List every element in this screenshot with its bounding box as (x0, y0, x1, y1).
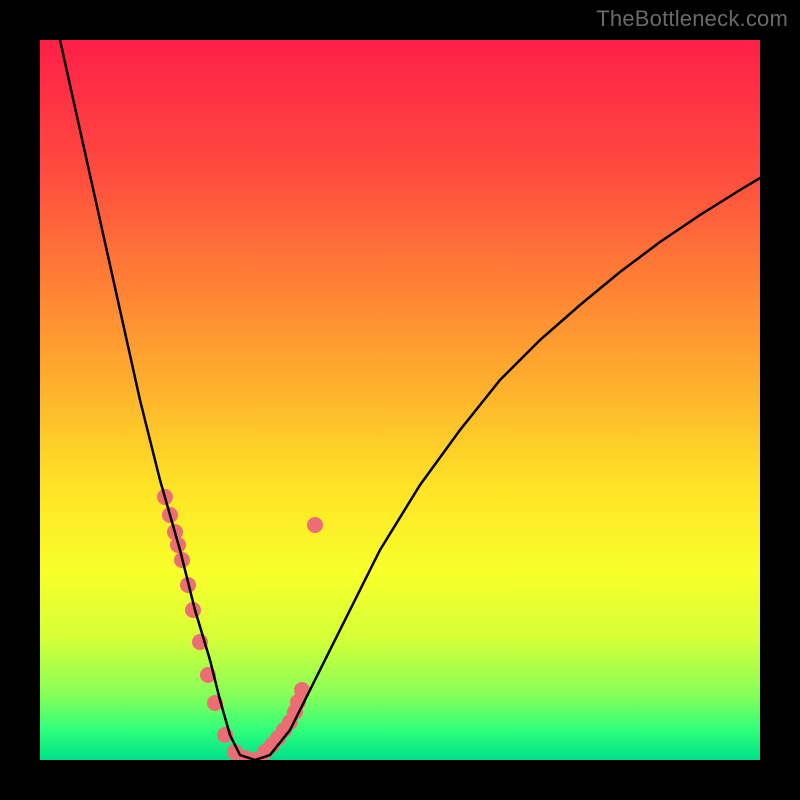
bottleneck-curve (60, 40, 760, 760)
scatter-group (157, 489, 323, 760)
watermark-text: TheBottleneck.com (596, 6, 788, 32)
chart-svg (40, 40, 760, 760)
plot-area (40, 40, 760, 760)
data-point (307, 517, 323, 533)
outer-frame: TheBottleneck.com (0, 0, 800, 800)
